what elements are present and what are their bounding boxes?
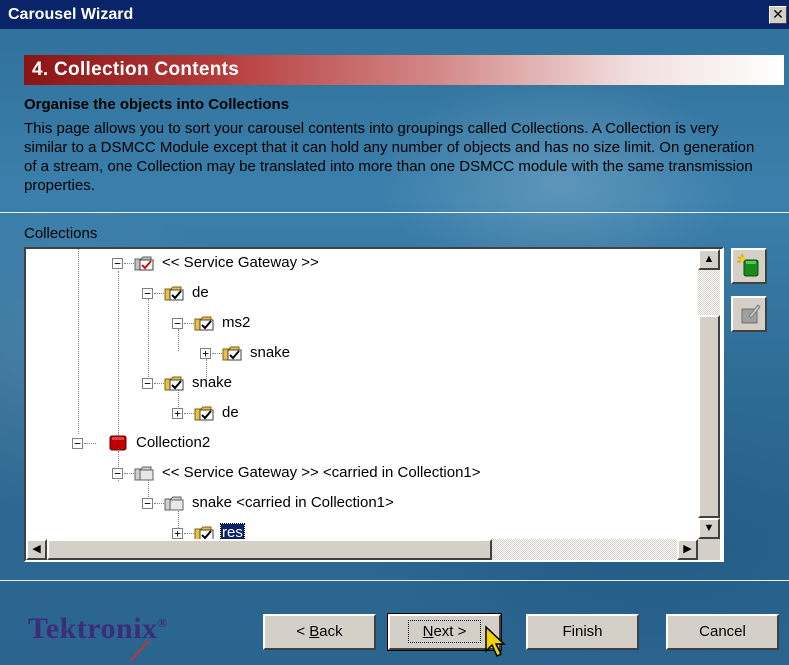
next-button-rest: ext > <box>433 623 467 640</box>
step-subtitle: Organise the objects into Collections <box>24 96 290 113</box>
tree-connector <box>124 473 134 474</box>
scroll-up-button[interactable]: ▲ <box>698 249 720 270</box>
tree-connector <box>184 533 194 534</box>
new-collection-icon <box>736 253 759 277</box>
tree-connector <box>84 443 96 444</box>
next-button-focus: Next > <box>407 620 482 643</box>
arrow-down-icon: ▼ <box>703 522 715 534</box>
collection-icon <box>109 435 127 451</box>
tree-expander[interactable]: − <box>112 468 123 479</box>
tree-node-label[interactable]: de <box>192 284 209 302</box>
tree-connector <box>154 383 164 384</box>
folder-gray-icon <box>134 466 154 481</box>
horizontal-scroll-thumb[interactable] <box>47 539 492 560</box>
tree-node-label[interactable]: << Service Gateway >> <carried in Collec… <box>162 464 481 482</box>
collections-tree[interactable]: − << Service Gateway >> − de − ms2 + sna… <box>24 247 724 562</box>
tree-node-label[interactable]: snake <carried in Collection1> <box>192 494 394 512</box>
next-button-accelerator: N <box>422 623 434 640</box>
tree-connector <box>148 299 149 379</box>
tree-expander[interactable]: − <box>72 438 83 449</box>
step-header: 4. Collection Contents <box>24 55 784 85</box>
mouse-cursor-icon <box>485 625 506 658</box>
arrow-right-icon: ▶ <box>683 543 692 555</box>
close-button[interactable]: ✕ <box>769 6 787 24</box>
back-button-rest: ack <box>319 623 343 640</box>
tree-connector <box>154 503 164 504</box>
tree-expander[interactable]: − <box>172 318 183 329</box>
tree-node-label[interactable]: snake <box>250 344 290 362</box>
tree-expander[interactable]: − <box>142 498 153 509</box>
tree-node-label-selected[interactable]: res <box>220 523 245 539</box>
folder-checked-icon <box>134 256 154 271</box>
tree-node-label[interactable]: ms2 <box>222 314 250 332</box>
tree-connector <box>178 329 179 351</box>
tree-node-label[interactable]: de <box>222 404 239 422</box>
step-description: This page allows you to sort your carous… <box>24 120 755 194</box>
finish-button-label: Finish <box>562 623 603 640</box>
arrow-up-icon: ▲ <box>703 253 715 265</box>
tree-connector <box>118 271 119 443</box>
vertical-scroll-thumb[interactable] <box>698 315 720 518</box>
scroll-down-button[interactable]: ▼ <box>698 518 720 539</box>
vertical-scrollbar[interactable]: ▲ ▼ <box>698 249 720 539</box>
tree-node-label[interactable]: << Service Gateway >> <box>162 254 319 272</box>
scroll-left-button[interactable]: ◀ <box>26 539 47 560</box>
folder-checked-icon <box>194 316 214 331</box>
folder-checked-icon <box>164 286 184 301</box>
new-collection-button[interactable] <box>731 248 767 284</box>
tree-expander[interactable]: − <box>142 288 153 299</box>
tree-connector <box>212 353 222 354</box>
cancel-button[interactable]: Cancel <box>666 614 779 650</box>
tree-connector <box>154 293 164 294</box>
tree-expander[interactable]: − <box>112 258 123 269</box>
close-icon: ✕ <box>772 6 784 22</box>
cancel-button-label: Cancel <box>699 623 746 640</box>
edit-collection-button[interactable] <box>731 296 767 332</box>
back-button-accelerator: B <box>309 623 320 640</box>
tree-connector <box>124 263 134 264</box>
divider <box>0 212 789 213</box>
scroll-right-button[interactable]: ▶ <box>677 539 698 560</box>
back-button-prefix: < <box>296 623 310 640</box>
folder-gray-icon <box>164 496 184 511</box>
finish-button[interactable]: Finish <box>526 614 639 650</box>
tree-node-label[interactable]: Collection2 <box>136 434 210 452</box>
tree-expander[interactable]: + <box>172 528 183 539</box>
tree-connector <box>184 413 194 414</box>
tree-viewport: − << Service Gateway >> − de − ms2 + sna… <box>26 249 698 539</box>
arrow-left-icon: ◀ <box>32 543 41 555</box>
logo-text: Tektronix <box>28 612 158 645</box>
back-button[interactable]: < Back <box>263 614 376 650</box>
folder-checked-icon <box>194 526 214 539</box>
logo-registered-mark: ® <box>157 615 168 630</box>
tree-node-label[interactable]: snake <box>192 374 232 392</box>
tree-expander[interactable]: + <box>200 348 211 359</box>
scrollbar-corner <box>698 539 720 560</box>
title-bar: Carousel Wizard ✕ <box>0 0 789 29</box>
folder-checked-icon <box>194 406 214 421</box>
window-title: Carousel Wizard <box>8 6 134 23</box>
collections-label: Collections <box>24 225 98 242</box>
tree-connector <box>184 323 194 324</box>
tree-expander[interactable]: + <box>172 408 183 419</box>
footer-divider <box>0 580 789 581</box>
horizontal-scrollbar[interactable]: ◀ ▶ <box>26 539 698 560</box>
tree-connector <box>78 249 79 434</box>
carousel-wizard-window: Carousel Wizard ✕ 4. Collection Contents… <box>0 0 789 665</box>
folder-checked-icon <box>164 376 184 391</box>
tree-connector <box>178 389 179 409</box>
step-title: 4. Collection Contents <box>32 59 240 80</box>
folder-checked-icon <box>222 346 242 361</box>
edit-collection-icon <box>741 304 761 324</box>
tree-expander[interactable]: − <box>142 378 153 389</box>
